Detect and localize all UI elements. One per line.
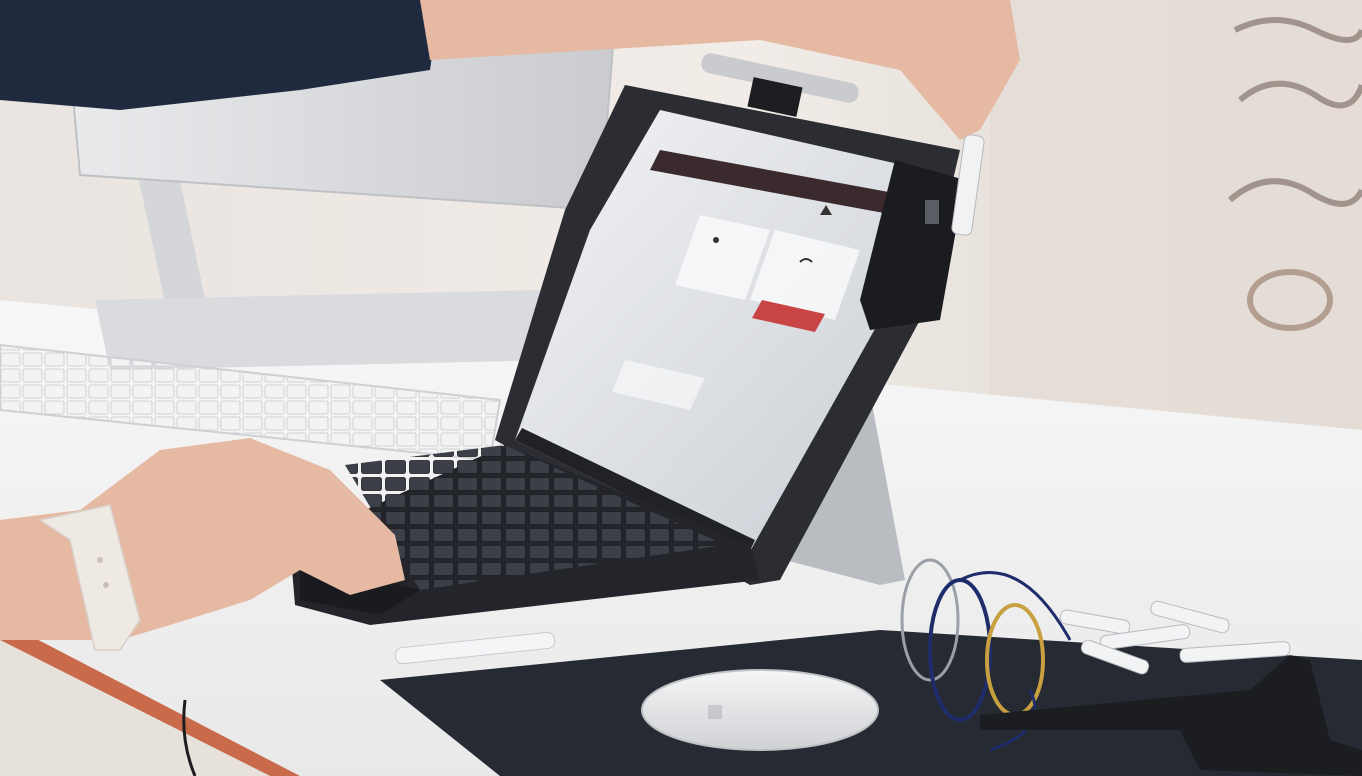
mouse-logo [708,705,722,719]
watch-hole [103,582,109,588]
watch-hole [97,557,103,563]
scene-svg [0,0,1362,776]
photo-scene [0,0,1362,776]
info-icon [713,237,719,243]
mouse [641,669,879,751]
usb-port-icon [925,200,939,224]
